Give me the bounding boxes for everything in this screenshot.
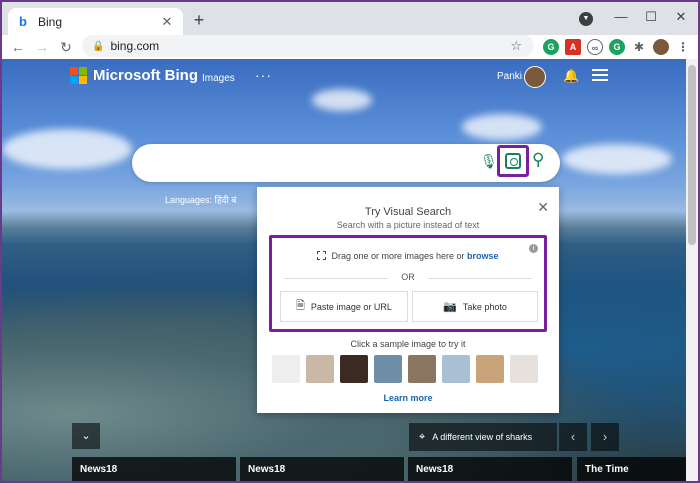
sample-image[interactable] <box>374 355 402 383</box>
lock-icon[interactable]: 🔒 <box>92 41 104 52</box>
tab-search-icon[interactable]: ▼ <box>579 12 593 26</box>
browser-toolbar: ← → ↻ 🔒 bing.com ☆ G A ∞ G ✱ ⋮ <box>2 35 698 59</box>
microphone-icon[interactable]: 🎙 <box>480 153 498 170</box>
cloud-decoration <box>312 89 372 111</box>
url-text: bing.com <box>110 39 160 53</box>
take-photo-button[interactable]: 📷 Take photo <box>412 291 538 322</box>
camera-icon: 📷 <box>443 301 457 313</box>
visual-search-popup: ✕ Try Visual Search Search with a pictur… <box>257 187 559 413</box>
search-input[interactable]: 🎙 ⚲ <box>132 144 560 182</box>
cloud-decoration <box>462 114 542 140</box>
tab-bing[interactable]: b Bing ✕ <box>8 8 183 35</box>
sample-image[interactable] <box>340 355 368 383</box>
brand-name: Microsoft Bing <box>93 67 198 84</box>
cloud-decoration <box>562 144 672 174</box>
previous-image-button[interactable]: ‹ <box>559 423 587 451</box>
visual-search-icon <box>505 153 521 169</box>
tab-title: Bing <box>38 14 63 29</box>
sample-image[interactable] <box>306 355 334 383</box>
maximize-button[interactable]: ☐ <box>636 6 666 28</box>
news-card[interactable]: The Time <box>577 457 686 481</box>
languages-link[interactable]: Languages: हिंदी बं <box>165 193 236 206</box>
minimize-button[interactable]: — <box>606 6 636 28</box>
expand-chevron-button[interactable]: ⌄ <box>72 423 100 449</box>
news-card[interactable]: News18 <box>72 457 236 481</box>
nav-images-link[interactable]: Images <box>202 73 235 84</box>
sample-image[interactable] <box>272 355 300 383</box>
back-arrow-icon[interactable]: ← <box>6 35 30 59</box>
forward-arrow-icon[interactable]: → <box>30 35 54 59</box>
chrome-menu-icon[interactable]: ⋮ <box>675 39 691 55</box>
reload-icon[interactable]: ↻ <box>54 35 78 59</box>
drag-image-icon <box>317 251 327 260</box>
sample-label: Click a sample image to try it <box>350 339 466 349</box>
microsoft-squares-icon <box>70 67 87 84</box>
user-name[interactable]: Panki <box>497 71 522 82</box>
grammarly-alt-extension-icon[interactable]: G <box>609 39 625 55</box>
next-image-button[interactable]: › <box>591 423 619 451</box>
image-drop-area[interactable]: i Drag one or more images here or browse… <box>269 235 547 332</box>
pdf-extension-icon[interactable]: A <box>565 39 581 55</box>
browser-window: b Bing ✕ + ▼ — ☐ ✕ ← → ↻ 🔒 bing.com ☆ G … <box>2 2 698 481</box>
bing-homepage: Microsoft Bing Images ··· Panki 🔔 🎙 ⚲ La… <box>2 59 686 481</box>
tab-close-icon[interactable]: ✕ <box>159 14 175 30</box>
drop-instructions: Drag one or more images here or browse <box>272 251 544 261</box>
new-tab-button[interactable]: + <box>188 10 210 32</box>
tab-strip: b Bing ✕ + ▼ — ☐ ✕ <box>2 2 698 35</box>
bing-favicon-icon: b <box>19 14 27 29</box>
sample-image[interactable] <box>408 355 436 383</box>
paste-image-button[interactable]: 🗎 Paste image or URL <box>280 291 408 322</box>
cloud-decoration <box>2 129 132 169</box>
popup-title: Try Visual Search <box>364 206 452 218</box>
image-caption-button[interactable]: ⌖ A different view of sharks <box>409 423 557 451</box>
sample-image[interactable] <box>442 355 470 383</box>
or-divider: OR <box>284 272 532 284</box>
document-icon: 🗎 <box>296 300 305 312</box>
extensions-puzzle-icon[interactable]: ✱ <box>631 39 647 55</box>
profile-avatar[interactable] <box>653 39 669 55</box>
bookmark-star-icon[interactable]: ☆ <box>510 38 522 54</box>
bing-logo[interactable]: Microsoft Bing <box>70 67 198 84</box>
news-card[interactable]: News18 <box>240 457 404 481</box>
sample-image[interactable] <box>510 355 538 383</box>
search-icon[interactable]: ⚲ <box>532 150 544 170</box>
grammarly-extension-icon[interactable]: G <box>543 39 559 55</box>
sample-images <box>272 355 544 383</box>
sample-image[interactable] <box>476 355 504 383</box>
page-scrollbar[interactable] <box>686 59 698 481</box>
close-window-button[interactable]: ✕ <box>666 6 696 28</box>
address-bar[interactable]: 🔒 bing.com ☆ <box>82 35 534 57</box>
more-menu-icon[interactable]: ··· <box>255 67 272 83</box>
user-avatar[interactable] <box>524 66 546 88</box>
hamburger-menu-icon[interactable] <box>592 69 608 81</box>
visual-search-button[interactable] <box>497 145 529 177</box>
location-pin-icon: ⌖ <box>419 430 426 443</box>
news-card[interactable]: News18 <box>408 457 572 481</box>
popup-subtitle: Search with a picture instead of text <box>336 220 480 230</box>
link-extension-icon[interactable]: ∞ <box>587 39 603 55</box>
learn-more-link[interactable]: Learn more <box>257 393 559 403</box>
browse-link[interactable]: browse <box>467 251 499 261</box>
notification-bell-icon[interactable]: 🔔 <box>563 68 579 84</box>
scrollbar-thumb[interactable] <box>688 65 696 245</box>
